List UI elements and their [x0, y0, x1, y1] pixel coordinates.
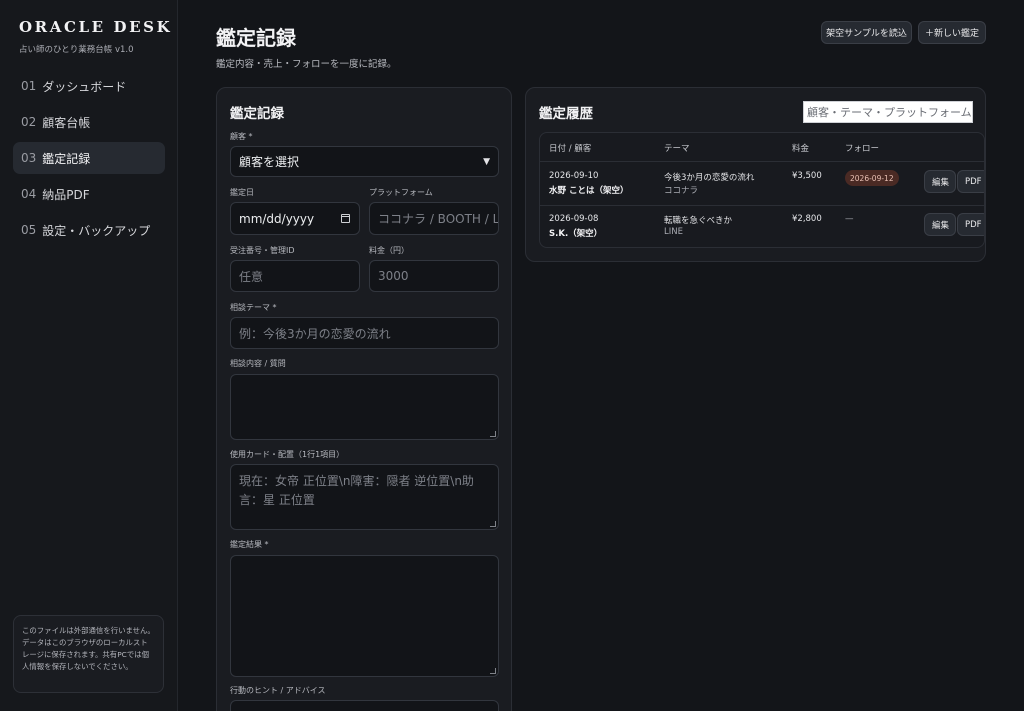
- customer-select-value: 顧客を選択: [239, 155, 300, 169]
- row-divider: [540, 205, 984, 206]
- order-id-label: 受注番号・管理ID: [230, 246, 295, 255]
- sidebar-item-label: 顧客台帳: [42, 115, 91, 130]
- nav-number: 02: [21, 115, 37, 129]
- chevron-down-icon: ▼: [483, 157, 490, 167]
- sidebar-item-settings[interactable]: 05 設定・バックアップ: [13, 214, 165, 246]
- resize-handle-icon[interactable]: [490, 668, 496, 674]
- sidebar: ORACLE DESK 占い師のひとり業務台帳 v1.0 01 ダッシュボード …: [0, 0, 178, 711]
- column-header-fee: 料金: [792, 144, 810, 154]
- cards-placeholder: 現在：女帝 正位置\n障害：隠者 逆位置\n助言：星 正位置: [239, 474, 474, 507]
- privacy-note: このファイルは外部通信を行いません。データはこのブラウザのローカルストレージに保…: [13, 615, 164, 693]
- row-customer: S.K.（架空）: [549, 229, 603, 239]
- result-textarea[interactable]: [230, 555, 499, 677]
- platform-input[interactable]: ココナラ / BOOTH / LI: [369, 202, 499, 235]
- sidebar-item-customers[interactable]: 02 顧客台帳: [13, 106, 165, 138]
- history-title: 鑑定履歴: [539, 106, 593, 122]
- row-platform: LINE: [664, 227, 683, 237]
- page-title: 鑑定記録: [216, 26, 296, 50]
- sidebar-item-label: ダッシュボード: [42, 79, 127, 94]
- history-search-input[interactable]: 顧客・テーマ・プラットフォーム: [803, 101, 973, 123]
- platform-input-placeholder: ココナラ / BOOTH / LI: [378, 212, 499, 226]
- resize-handle-icon[interactable]: [490, 521, 496, 527]
- sidebar-item-dashboard[interactable]: 01 ダッシュボード: [13, 70, 165, 102]
- nav-number: 05: [21, 223, 37, 237]
- result-label: 鑑定結果 *: [230, 540, 269, 549]
- sidebar-item-pdf[interactable]: 04 納品PDF: [13, 178, 165, 210]
- calendar-icon[interactable]: [341, 214, 350, 223]
- page-subtitle: 鑑定内容・売上・フォローを一度に記録。: [216, 59, 397, 70]
- history-table: 日付 / 顧客 テーマ 料金 フォロー 2026-09-10 水野 ことは（架空…: [539, 132, 985, 248]
- brand-subtitle: 占い師のひとり業務台帳 v1.0: [19, 45, 134, 55]
- brand-logo: ORACLE DESK: [19, 18, 173, 36]
- fee-label: 料金（円）: [369, 246, 409, 255]
- nav-number: 04: [21, 187, 37, 201]
- row-theme: 今後3か月の恋愛の流れ: [664, 173, 755, 183]
- search-placeholder: 顧客・テーマ・プラットフォーム: [807, 106, 972, 119]
- resize-handle-icon[interactable]: [490, 431, 496, 437]
- order-id-input[interactable]: 任意: [230, 260, 360, 292]
- row-fee: ¥2,800: [792, 214, 822, 224]
- row-date: 2026-09-08: [549, 214, 599, 224]
- column-header-date-customer: 日付 / 顧客: [549, 144, 592, 154]
- nav-number: 01: [21, 79, 37, 93]
- row-follow: —: [845, 214, 854, 224]
- new-reading-button[interactable]: ＋新しい鑑定: [918, 21, 986, 44]
- cards-textarea[interactable]: 現在：女帝 正位置\n障害：隠者 逆位置\n助言：星 正位置: [230, 464, 499, 530]
- sidebar-item-readings[interactable]: 03 鑑定記録: [13, 142, 165, 174]
- customer-select[interactable]: 顧客を選択 ▼: [230, 146, 499, 177]
- theme-input[interactable]: 例：今後3か月の恋愛の流れ: [230, 317, 499, 349]
- advice-label: 行動のヒント / アドバイス: [230, 686, 326, 695]
- sidebar-item-label: 設定・バックアップ: [42, 223, 151, 238]
- fee-input[interactable]: 3000: [369, 260, 499, 292]
- order-id-placeholder: 任意: [239, 269, 264, 284]
- column-header-follow: フォロー: [845, 144, 880, 154]
- nav-number: 03: [21, 151, 37, 165]
- header-divider: [540, 161, 984, 162]
- date-label: 鑑定日: [230, 188, 254, 197]
- row-theme: 転職を急ぐべきか: [664, 216, 733, 226]
- theme-placeholder: 例：今後3か月の恋愛の流れ: [239, 326, 391, 341]
- pdf-button[interactable]: PDF: [957, 170, 984, 193]
- date-input-placeholder: mm/dd/yyyy: [239, 211, 315, 226]
- sidebar-nav: 01 ダッシュボード 02 顧客台帳 03 鑑定記録 04 納品PDF 05 設…: [13, 70, 165, 250]
- cards-label: 使用カード・配置（1行1項目）: [230, 450, 345, 459]
- customer-label: 顧客 *: [230, 132, 253, 141]
- platform-label: プラットフォーム: [369, 188, 433, 197]
- column-header-theme: テーマ: [664, 144, 690, 154]
- edit-button[interactable]: 編集: [924, 213, 956, 236]
- theme-label: 相談テーマ *: [230, 303, 277, 312]
- form-title: 鑑定記録: [230, 106, 284, 122]
- row-platform: ココナラ: [664, 186, 699, 196]
- advice-textarea[interactable]: [230, 700, 499, 711]
- row-date: 2026-09-10: [549, 171, 599, 181]
- follow-date-badge: 2026-09-12: [845, 170, 899, 186]
- reading-form-panel: 鑑定記録 顧客 * 顧客を選択 ▼ 鑑定日 mm/dd/yyyy プラットフォー…: [216, 87, 512, 711]
- date-input[interactable]: mm/dd/yyyy: [230, 202, 360, 235]
- sidebar-item-label: 鑑定記録: [42, 151, 91, 166]
- row-fee: ¥3,500: [792, 171, 822, 181]
- sidebar-item-label: 納品PDF: [42, 187, 90, 202]
- load-sample-button[interactable]: 架空サンプルを読込: [821, 21, 912, 44]
- edit-button[interactable]: 編集: [924, 170, 956, 193]
- question-textarea[interactable]: [230, 374, 499, 440]
- question-label: 相談内容 / 質問: [230, 359, 286, 368]
- history-panel: 鑑定履歴 顧客・テーマ・プラットフォーム 日付 / 顧客 テーマ 料金 フォロー…: [525, 87, 986, 262]
- row-customer: 水野 ことは（架空）: [549, 186, 629, 196]
- pdf-button[interactable]: PDF: [957, 213, 984, 236]
- fee-placeholder: 3000: [378, 269, 409, 283]
